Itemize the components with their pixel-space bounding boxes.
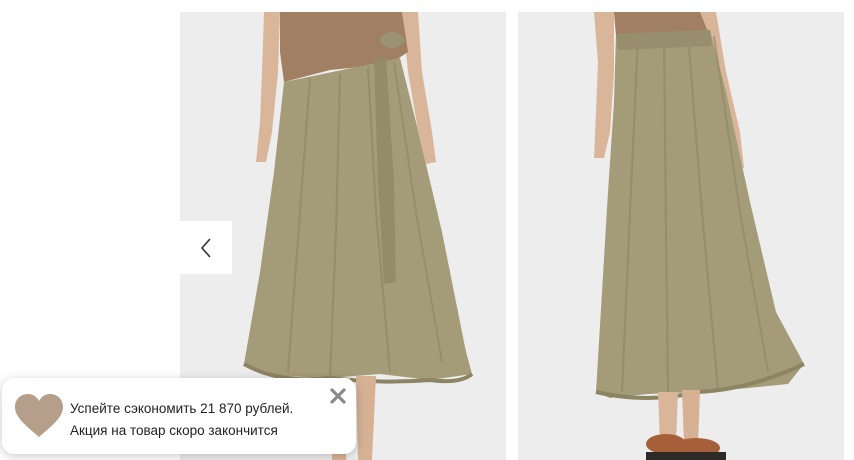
product-photo-back[interactable] (518, 12, 844, 460)
chevron-left-icon (200, 237, 211, 258)
skirt-back-photo (518, 12, 844, 460)
toast-line-2: Акция на товар скоро закончится (70, 423, 278, 438)
close-toast-button[interactable] (328, 386, 348, 406)
close-icon (330, 388, 346, 404)
prev-image-button[interactable] (180, 221, 232, 274)
discount-toast: Успейте сэкономить 21 870 рублей. Акция … (2, 378, 356, 454)
toast-line-1: Успейте сэкономить 21 870 рублей. (70, 401, 294, 416)
toast-message: Успейте сэкономить 21 870 рублей. Акция … (70, 398, 293, 442)
heart-icon (13, 393, 65, 439)
